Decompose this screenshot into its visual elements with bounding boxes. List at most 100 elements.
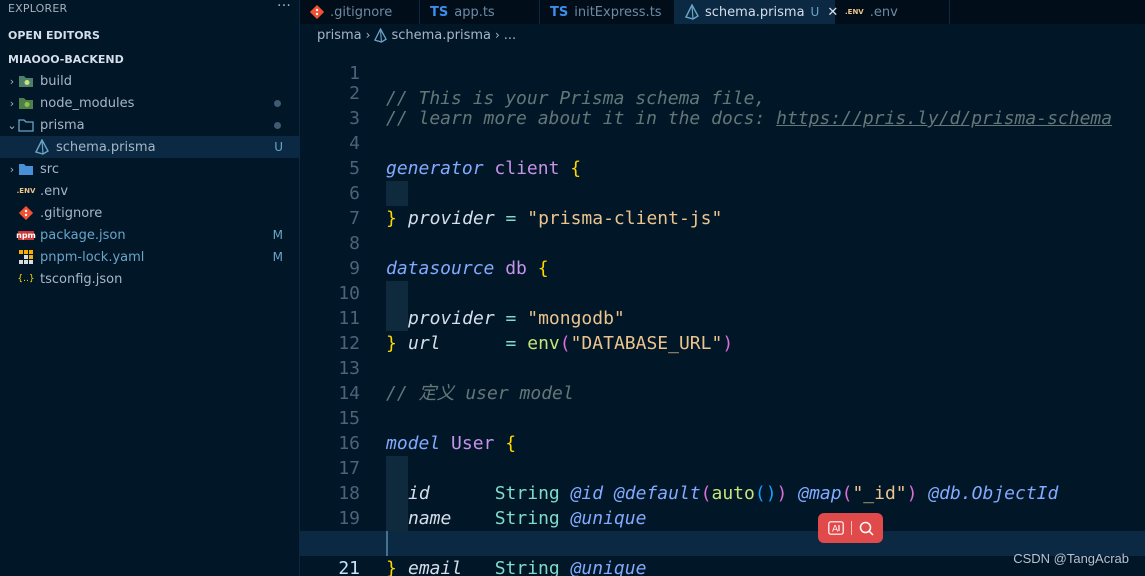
folder-build-icon: [18, 73, 34, 89]
tree-item-tsconfig[interactable]: {..} tsconfig.json: [0, 268, 299, 290]
code-line: 19 email String @unique: [300, 481, 1145, 576]
prisma-file-icon: [374, 27, 388, 43]
code-line: 11 }: [300, 281, 1145, 354]
git-icon: [310, 5, 324, 19]
tab-label: initExpress.ts: [574, 4, 662, 20]
open-editors-section[interactable]: OPEN EDITORS: [0, 24, 299, 46]
chevron-right-icon: ›: [494, 28, 500, 42]
tree-item-src[interactable]: › src: [0, 158, 299, 180]
field-type: String: [494, 558, 560, 576]
code-editor[interactable]: 1 // This is your Prisma schema file, 2 …: [300, 46, 1145, 576]
code-line: 6 }: [300, 156, 1145, 229]
code-line: 3: [300, 81, 1145, 129]
tree-item-env[interactable]: .ENV .env: [0, 180, 299, 202]
code-line: 4 generator client {: [300, 106, 1145, 179]
tree-item-pnpm-lock[interactable]: pnpm-lock.yaml M: [0, 246, 299, 268]
code-line: 16 id String @id @default(auto()) @map("…: [300, 406, 1145, 504]
code-line: 14: [300, 356, 1145, 404]
pnpm-icon: [18, 249, 34, 265]
env-file-icon: .ENV: [16, 187, 36, 195]
project-section[interactable]: MIAOOO-BACKEND: [0, 48, 299, 70]
field-name: email: [408, 558, 463, 576]
npm-icon: npm: [16, 230, 36, 240]
breadcrumb-folder[interactable]: prisma: [317, 28, 362, 43]
git-status-badge: U: [810, 5, 820, 19]
chevron-down-icon: ⌄: [7, 118, 17, 132]
prisma-file-icon: [685, 4, 699, 20]
explorer-title: EXPLORER: [8, 1, 68, 15]
tree-item-label: .env: [40, 183, 69, 199]
open-editors-label: OPEN EDITORS: [8, 28, 100, 42]
status-dot: [274, 121, 281, 129]
line-number: 21: [338, 558, 360, 576]
divider: [850, 521, 852, 535]
floating-toolbar[interactable]: A: [818, 513, 883, 543]
code-line: 10 url = env("DATABASE_URL"): [300, 256, 1145, 354]
tree-item-label: .gitignore: [40, 205, 103, 221]
code-line: 12: [300, 306, 1145, 354]
code-line: 20 }: [300, 506, 1145, 576]
chevron-right-icon: ›: [9, 162, 15, 176]
typescript-icon: TS: [430, 4, 449, 20]
tree-item-prisma[interactable]: ⌄ prisma: [0, 114, 299, 136]
folder-src-icon: [18, 161, 34, 177]
project-label: MIAOOO-BACKEND: [8, 52, 124, 66]
editor-tabs: .gitignore TS app.ts TS initExpress.ts s…: [300, 0, 1145, 24]
svg-text:A: A: [832, 525, 839, 535]
watermark: CSDN @TangAcrab: [1013, 551, 1129, 566]
env-file-icon: .ENV: [845, 8, 864, 16]
tree-item-package-json[interactable]: npm package.json M: [0, 224, 299, 246]
code-line: 8 datasource db {: [300, 206, 1145, 279]
tab-app-ts[interactable]: TS app.ts: [420, 0, 540, 24]
code-line: 9 provider = "mongodb": [300, 231, 1145, 329]
code-line: 5 provider = "prisma-client-js": [300, 131, 1145, 229]
tab-label: .env: [869, 4, 898, 20]
tab-gitignore[interactable]: .gitignore: [300, 0, 420, 24]
tree-item-gitignore[interactable]: .gitignore: [0, 202, 299, 224]
tab-schema-prisma[interactable]: schema.prisma U ✕: [675, 0, 838, 24]
folder-node-icon: [18, 95, 34, 111]
tree-item-label: schema.prisma: [56, 139, 156, 155]
tree-item-schema-prisma[interactable]: schema.prisma U: [0, 136, 299, 158]
tree-item-label: build: [40, 73, 72, 89]
breadcrumb: prisma › schema.prisma › ...: [300, 24, 1145, 46]
tree-item-label: package.json: [40, 227, 126, 243]
more-actions-icon[interactable]: ···: [277, 0, 291, 14]
explorer-header: EXPLORER ···: [0, 0, 299, 16]
tab-label: app.ts: [454, 4, 495, 20]
chevron-right-icon: ›: [365, 28, 371, 42]
git-status-badge: M: [272, 228, 283, 242]
status-dot: [274, 99, 281, 107]
brace: }: [386, 558, 397, 576]
tree-item-label: prisma: [40, 117, 85, 133]
ai-translate-icon[interactable]: A: [827, 521, 844, 535]
prisma-file-icon: [34, 139, 50, 155]
tab-initexpress-ts[interactable]: TS initExpress.ts: [540, 0, 675, 24]
git-status-badge: U: [274, 140, 283, 154]
code-line: 15 model User {: [300, 381, 1145, 454]
search-icon[interactable]: [859, 521, 874, 536]
explorer-sidebar: EXPLORER ··· OPEN EDITORS MIAOOO-BACKEND…: [0, 0, 300, 576]
breadcrumb-file[interactable]: schema.prisma: [391, 28, 491, 43]
tab-label: .gitignore: [330, 4, 393, 20]
code-line: 7: [300, 181, 1145, 229]
tree-item-label: pnpm-lock.yaml: [40, 249, 145, 265]
git-status-badge: M: [272, 250, 283, 264]
tree-item-node-modules[interactable]: › node_modules: [0, 92, 299, 114]
tab-env[interactable]: .ENV .env: [835, 0, 950, 24]
tree-item-build[interactable]: › build: [0, 70, 299, 92]
code-line: 13 // 定义 user model: [300, 331, 1145, 404]
tab-label: schema.prisma: [705, 4, 805, 20]
code-line: 17 name String @unique: [300, 431, 1145, 529]
text-cursor: [386, 531, 388, 556]
breadcrumb-more[interactable]: ...: [504, 28, 516, 43]
typescript-icon: TS: [550, 4, 569, 20]
attribute: @unique: [570, 558, 647, 576]
tree-item-label: tsconfig.json: [40, 271, 123, 287]
chevron-right-icon: ›: [9, 74, 15, 88]
git-icon: [18, 205, 34, 221]
json-file-icon: {..}: [17, 274, 35, 284]
tree-item-label: node_modules: [40, 95, 135, 111]
folder-open-icon: [18, 117, 34, 133]
tree-item-label: src: [40, 161, 59, 177]
